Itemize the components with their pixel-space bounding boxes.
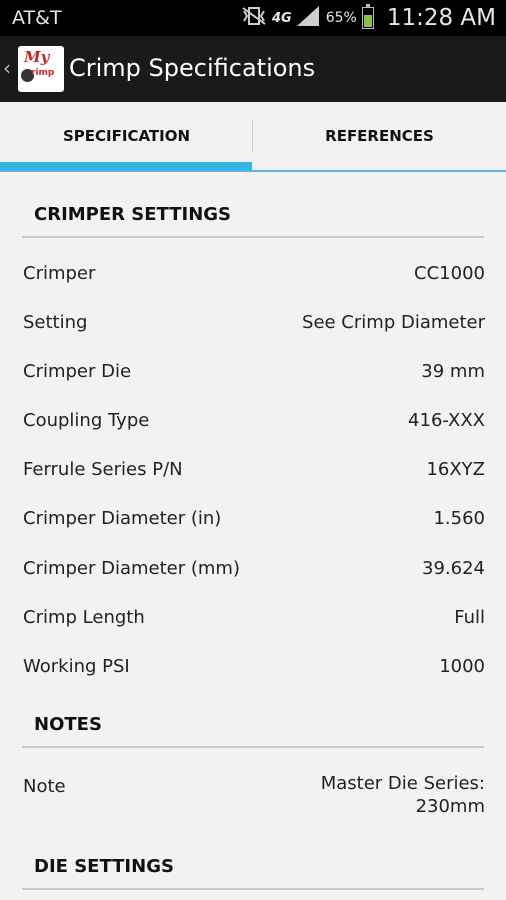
spec-row-note: Note Master Die Series: 230mm <box>23 768 485 824</box>
section-title: NOTES <box>34 714 102 735</box>
spec-value: 16XYZ <box>426 459 485 480</box>
battery-percent: 65% <box>325 10 357 26</box>
spec-value: 39 mm <box>421 361 485 382</box>
spec-row-crimp-length: Crimp Length Full <box>23 599 485 639</box>
spec-value: CC1000 <box>414 263 485 284</box>
status-bar: AT&T 4G 65% 11:28 AM <box>0 0 506 36</box>
spec-label: Crimper <box>23 263 96 284</box>
spec-row-setting: Setting See Crimp Diameter <box>23 304 485 344</box>
spec-label: Setting <box>23 312 88 333</box>
action-bar[interactable]: ‹ My rimp Crimp Specifications <box>0 36 506 102</box>
spec-label: Ferrule Series P/N <box>23 459 183 480</box>
logo-text-crimp: rimp <box>31 68 55 78</box>
section-header-notes: NOTES <box>22 702 484 748</box>
tab-references-label: REFERENCES <box>325 127 434 145</box>
clock: 11:28 AM <box>386 5 496 31</box>
section-header-crimper-settings: CRIMPER SETTINGS <box>22 192 484 238</box>
section-title: CRIMPER SETTINGS <box>34 204 232 225</box>
logo-text-my: My <box>24 48 50 66</box>
spec-row-crimper-die: Crimper Die 39 mm <box>23 353 485 393</box>
no-vibrate-icon <box>241 6 267 30</box>
tab-specification[interactable]: SPECIFICATION <box>0 102 253 170</box>
tab-specification-label: SPECIFICATION <box>62 127 191 145</box>
battery-icon <box>361 4 374 29</box>
spec-value: 1000 <box>439 656 485 677</box>
spec-label: Crimper Die <box>23 361 132 382</box>
spec-label: Note <box>23 776 66 797</box>
section-header-die-settings: DIE SETTINGS <box>22 844 484 890</box>
spec-row-crimper-diameter-in: Crimper Diameter (in) 1.560 <box>23 500 485 540</box>
spec-content[interactable]: CRIMPER SETTINGS Crimper CC1000 Setting … <box>0 172 506 900</box>
spec-value: See Crimp Diameter <box>302 312 485 333</box>
app-logo[interactable]: My rimp <box>18 46 64 92</box>
network-type-label: 4G <box>271 10 292 26</box>
spec-value: 1.560 <box>433 508 485 529</box>
spec-row-crimper-diameter-mm: Crimper Diameter (mm) 39.624 <box>23 550 485 590</box>
spec-label: Coupling Type <box>23 410 150 431</box>
tab-references[interactable]: REFERENCES <box>253 102 506 170</box>
tab-selected-indicator <box>0 162 252 170</box>
section-title: DIE SETTINGS <box>34 856 174 877</box>
spec-label: Crimper Diameter (in) <box>23 508 222 529</box>
signal-icon <box>296 6 319 30</box>
spec-row-working-psi: Working PSI 1000 <box>23 648 485 688</box>
page-title: Crimp Specifications <box>69 54 316 82</box>
carrier-label: AT&T <box>12 7 62 29</box>
spec-value: 39.624 <box>422 558 485 579</box>
spec-label: Crimper Diameter (mm) <box>23 558 240 579</box>
spec-label: Crimp Length <box>23 607 145 628</box>
spec-row-crimper: Crimper CC1000 <box>23 255 485 295</box>
status-icons: 4G 65% 11:28 AM <box>241 3 496 33</box>
spec-value: 416-XXX <box>408 410 485 431</box>
spec-value: Full <box>454 607 485 628</box>
spec-label: Working PSI <box>23 656 130 677</box>
tab-bar: SPECIFICATION REFERENCES <box>0 102 506 172</box>
back-icon[interactable]: ‹ <box>3 56 11 80</box>
spec-row-coupling-type: Coupling Type 416-XXX <box>23 402 485 442</box>
spec-value: Master Die Series: 230mm <box>320 773 485 817</box>
spec-row-ferrule-series: Ferrule Series P/N 16XYZ <box>23 451 485 491</box>
